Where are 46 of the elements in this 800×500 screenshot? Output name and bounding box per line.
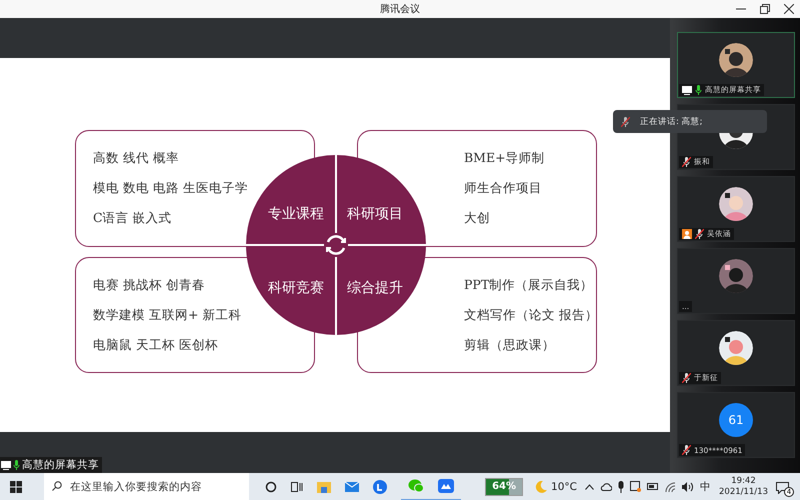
quadrant-label: 综合提升 (347, 279, 403, 297)
topic-line: 师生合作项目 (464, 180, 542, 197)
topic-line: 数学建模 互联网+ 新工科 (93, 306, 242, 324)
window-title: 腾讯会议 (380, 2, 420, 16)
task-view-icon[interactable] (291, 480, 303, 492)
camera-app-icon[interactable] (630, 481, 641, 492)
clock[interactable]: 19:42 2021/11/13 (719, 476, 768, 498)
microphone-icon[interactable] (618, 480, 624, 492)
weather-text: 10°C (551, 480, 577, 492)
close-icon[interactable] (784, 4, 794, 14)
restore-icon[interactable] (760, 4, 770, 14)
quadrant-label: 科研竞赛 (268, 279, 324, 297)
cortana-circle-icon[interactable] (265, 480, 277, 492)
share-owner-text: 高慧的屏幕共享 (22, 458, 99, 472)
topic-line: 剪辑（思政课） (464, 336, 555, 354)
topic-line: 文档写作（论文 报告） (464, 306, 598, 324)
folder-icon[interactable] (317, 480, 331, 492)
topic-line: BME+导师制 (464, 150, 545, 167)
topic-line: 高数 线代 概率 (93, 150, 179, 167)
input-method-indicator[interactable]: 中 (700, 480, 711, 494)
avatar-initials: 61 (719, 403, 753, 437)
quadrant-label: 专业课程 (268, 205, 324, 223)
screen-share-icon (1, 460, 11, 470)
search-field[interactable]: 在这里输入你要搜索的内容 (44, 473, 249, 500)
muted-microphone-icon (621, 116, 630, 126)
search-icon (52, 481, 62, 491)
topic-line: C语言 嵌入式 (93, 210, 172, 228)
topic-line: 模电 数电 电路 生医电子学 (93, 180, 248, 197)
topic-line: 电赛 挑战杯 创青春 (93, 276, 205, 294)
letter-l-app-icon[interactable] (373, 480, 387, 494)
windows-start-icon[interactable] (10, 480, 22, 492)
time-text: 19:42 (731, 476, 756, 486)
chevron-up-icon[interactable] (585, 484, 594, 490)
topic-line: 大创 (464, 210, 490, 228)
cloud-icon[interactable] (600, 482, 612, 490)
mail-icon[interactable] (345, 480, 359, 492)
topic-line: PPT制作（展示自我） (464, 276, 594, 294)
date-text: 2021/11/13 (719, 486, 768, 498)
speaker-icon[interactable] (682, 482, 694, 492)
moon-icon (535, 480, 548, 492)
notification-icon[interactable] (776, 482, 789, 494)
topic-line: 电脑鼠 天工杯 医创杯 (93, 336, 218, 354)
microphone-icon (13, 460, 20, 470)
quadrant-label: 科研项目 (347, 205, 403, 223)
wifi-icon[interactable] (665, 482, 676, 492)
battery-icon[interactable] (647, 483, 659, 490)
